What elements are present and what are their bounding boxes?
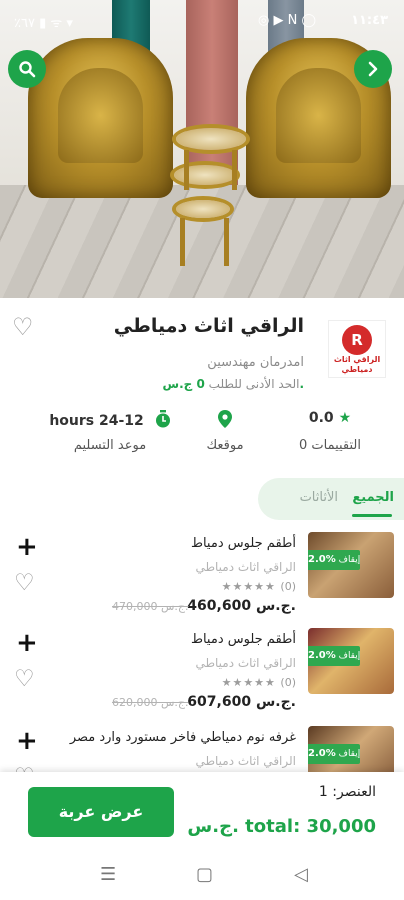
cover-table <box>176 200 230 218</box>
store-header: ♡ R الراقي اثاث دمياطي الراقي اثاث دمياط… <box>0 305 404 405</box>
cover-table-leg <box>180 218 185 266</box>
store-area: امدرمان مهندسين <box>207 355 304 370</box>
store-name: الراقي اثاث دمياطي <box>113 315 304 337</box>
product-item[interactable]: 2.0% إيقاف غرفه نوم دمياطي فاخر مستورد و… <box>0 722 404 778</box>
cart-bar: عرض عربة التسوق العنصر: 1 ج.س. total: 30… <box>0 772 404 871</box>
favorite-heart-icon[interactable]: ♡ <box>14 570 35 596</box>
review-count: (0) <box>280 676 296 689</box>
store-logo: R الراقي اثاث دمياطي <box>328 320 386 378</box>
rating-value: 0.0 <box>308 410 334 426</box>
product-image: 2.0% إيقاف <box>308 628 394 694</box>
add-to-cart-plus-icon[interactable]: + <box>16 534 38 560</box>
product-rating: ★★★★★ (0) <box>222 676 296 689</box>
cover-chair-panel <box>58 68 143 163</box>
store-cover-image: ٪٦٧ ▮ ᯤ ▾ ◎ ▶ N ◯ ١١:٤٣ <box>0 0 404 298</box>
discount-value: 2.0% <box>308 650 336 661</box>
discount-label: إيقاف <box>338 555 361 565</box>
cart-total: ج.س. total: 30,000 <box>187 816 376 837</box>
search-button[interactable] <box>8 50 46 88</box>
cover-table-leg <box>224 218 229 266</box>
add-to-cart-plus-icon[interactable]: + <box>16 630 38 656</box>
product-old-price: 470,000 ج.س. <box>112 600 189 613</box>
cover-chair-panel <box>276 68 361 163</box>
location-info[interactable]: موقعك <box>180 410 270 453</box>
delivery-info: hours 24-12 موعد التسليم <box>40 410 180 453</box>
back-icon[interactable]: ◁ <box>294 864 308 885</box>
star-icon: ★ <box>338 410 352 426</box>
cart-item-count: العنصر: 1 <box>318 784 376 800</box>
min-order-label: الحد الأدنى للطلب <box>208 377 300 391</box>
cover-table-leg <box>232 150 237 190</box>
back-button[interactable] <box>354 50 392 88</box>
rating-info[interactable]: 0.0 ★ 0 التقييمات <box>280 410 380 453</box>
product-rating: ★★★★★ (0) <box>222 580 296 593</box>
discount-badge: 2.0% إيقاف <box>308 646 360 666</box>
product-item[interactable]: 2.0% إيقاف أطقم جلوس دمياط الراقي اثاث د… <box>0 624 404 720</box>
cover-table-leg <box>184 150 189 190</box>
product-name: أطقم جلوس دمياط <box>190 536 296 551</box>
status-left-icons: ٪٦٧ ▮ ᯤ ▾ <box>14 16 73 31</box>
cover-table <box>176 128 246 150</box>
review-count: (0) <box>280 580 296 593</box>
home-icon[interactable]: ▢ <box>196 864 213 885</box>
product-price: 460,600 ج.س. <box>187 598 296 614</box>
product-store: الراقي اثاث دمياطي <box>195 656 296 670</box>
rating-stars: ★★★★★ <box>221 676 276 689</box>
location-label: موقعك <box>206 438 244 453</box>
system-nav-bar: ☰ ▢ ◁ <box>0 852 404 900</box>
status-time: ١١:٤٣ <box>351 13 388 28</box>
store-logo-mark: R <box>342 325 372 355</box>
timer-icon <box>155 410 170 428</box>
location-pin-icon <box>218 410 232 428</box>
product-item[interactable]: 2.0% إيقاف أطقم جلوس دمياط الراقي اثاث د… <box>0 528 404 624</box>
product-image: 2.0% إيقاف <box>308 532 394 598</box>
favorite-heart-icon[interactable]: ♡ <box>14 666 35 692</box>
discount-label: إيقاف <box>338 651 361 661</box>
discount-badge: 2.0% إيقاف <box>308 744 360 764</box>
rating-count-label: 0 التقييمات <box>298 438 362 453</box>
discount-badge: 2.0% إيقاف <box>308 550 360 570</box>
category-tabs: الجميع الأثاثات <box>258 478 404 520</box>
product-store: الراقي اثاث دمياطي <box>195 754 296 768</box>
product-store: الراقي اثاث دمياطي <box>195 560 296 574</box>
view-cart-button[interactable]: عرض عربة التسوق <box>28 787 174 871</box>
product-name: غرفه نوم دمياطي فاخر مستورد وارد مصر <box>69 730 296 745</box>
delivery-time-label: موعد التسليم <box>73 438 147 453</box>
product-name: أطقم جلوس دمياط <box>190 632 296 647</box>
store-logo-text: الراقي اثاث دمياطي <box>333 355 381 374</box>
product-old-price: 620,000 ج.س. <box>112 696 189 709</box>
discount-value: 2.0% <box>308 554 336 565</box>
store-info-row: 0.0 ★ 0 التقييمات موقعك hours 24-12 موعد… <box>0 410 404 470</box>
cover-chair <box>28 38 173 198</box>
recent-apps-icon[interactable]: ☰ <box>100 864 116 885</box>
min-order: الحد الأدنى للطلب 0 ج.س. <box>163 377 304 391</box>
status-bar: ٪٦٧ ▮ ᯤ ▾ ◎ ▶ N ◯ ١١:٤٣ <box>0 0 404 42</box>
discount-value: 2.0% <box>308 748 336 759</box>
tab-furniture[interactable]: الأثاثات <box>300 490 338 505</box>
product-list: 2.0% إيقاف أطقم جلوس دمياط الراقي اثاث د… <box>0 528 404 778</box>
product-price: 607,600 ج.س. <box>187 694 296 710</box>
tab-all[interactable]: الجميع <box>352 490 394 505</box>
favorite-store-heart-icon[interactable]: ♡ <box>12 313 34 341</box>
active-tab-indicator <box>352 514 392 517</box>
store-screen: ٪٦٧ ▮ ᯤ ▾ ◎ ▶ N ◯ ١١:٤٣ ♡ R الراقي اثاث … <box>0 0 404 900</box>
add-to-cart-plus-icon[interactable]: + <box>16 728 38 754</box>
chevron-right-icon <box>368 61 378 77</box>
product-image: 2.0% إيقاف <box>308 726 394 778</box>
discount-label: إيقاف <box>338 749 361 759</box>
search-icon <box>19 61 36 78</box>
status-notification-icons: ◎ ▶ N ◯ <box>258 13 317 28</box>
rating-stars: ★★★★★ <box>221 580 276 593</box>
delivery-time-value: hours 24-12 <box>49 413 144 429</box>
